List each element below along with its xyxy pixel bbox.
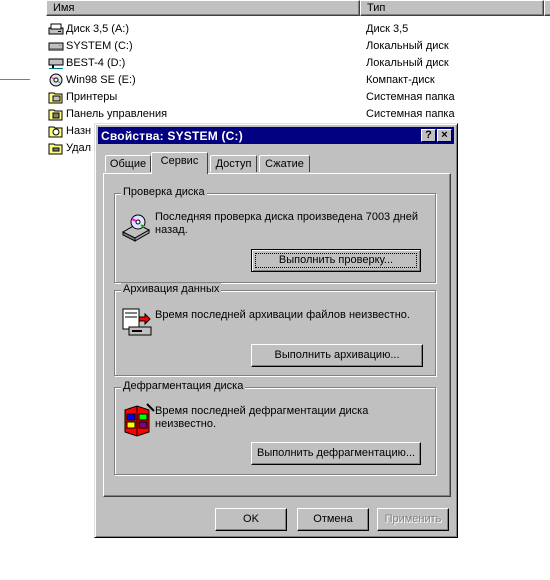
- cancel-button[interactable]: Отмена: [297, 508, 369, 531]
- list-item-type: Компакт-диск: [366, 74, 435, 86]
- list-item-name: Принтеры: [66, 91, 118, 103]
- service-tab-panel: Проверка диска Последняя проверка диска …: [103, 173, 451, 497]
- list-item[interactable]: Панель управления Системная папка: [48, 106, 548, 122]
- apply-button[interactable]: Применить: [377, 508, 449, 531]
- title-bar[interactable]: Свойства: SYSTEM (C:) ? ×: [98, 127, 454, 144]
- disk-check-group: Проверка диска Последняя проверка диска …: [114, 186, 436, 283]
- list-item-name: Win98 SE (E:): [66, 74, 136, 86]
- dialog-title: Свойства: SYSTEM (C:): [101, 129, 243, 143]
- tree-line: [0, 79, 30, 80]
- column-header-filler: [544, 0, 550, 16]
- backup-icon: [121, 305, 153, 340]
- network-drive-icon: [48, 56, 64, 70]
- disk-check-status: Последняя проверка диска произведена 700…: [155, 211, 418, 236]
- apply-label: Применить: [384, 513, 442, 525]
- tab-general[interactable]: Общие: [105, 155, 151, 172]
- backup-group: Архивация данных Время последней архивац…: [114, 283, 436, 376]
- disk-check-legend: Проверка диска: [121, 186, 207, 198]
- cd-drive-icon: [48, 73, 64, 87]
- ok-label: OK: [243, 513, 259, 525]
- list-item[interactable]: Принтеры Системная папка: [48, 89, 548, 105]
- scandisk-icon: [121, 212, 151, 245]
- list-item-type: Диск 3,5: [366, 23, 409, 35]
- list-item[interactable]: Win98 SE (E:) Компакт-диск: [48, 72, 548, 88]
- close-icon: ×: [441, 129, 448, 141]
- column-header-type[interactable]: Тип: [360, 0, 544, 16]
- column-header-name[interactable]: Имя: [46, 0, 360, 16]
- list-item[interactable]: SYSTEM (C:) Локальный диск: [48, 38, 548, 54]
- defrag-group: Дефрагментация диска Время последней деф…: [114, 380, 436, 475]
- defrag-icon: [121, 402, 155, 441]
- list-item-name: SYSTEM (C:): [66, 40, 133, 52]
- printers-folder-icon: [48, 90, 64, 104]
- control-panel-folder-icon: [48, 107, 64, 121]
- properties-dialog: Свойства: SYSTEM (C:) ? × Общие Сервис Д…: [94, 123, 458, 538]
- defrag-status: Время последней дефрагментации диска неи…: [155, 405, 369, 430]
- run-backup-button[interactable]: Выполнить архивацию...: [251, 344, 423, 367]
- close-button[interactable]: ×: [437, 129, 452, 142]
- list-item[interactable]: BEST-4 (D:) Локальный диск: [48, 55, 548, 71]
- list-item-name: Удал: [66, 142, 92, 154]
- list-item-name: Диск 3,5 (A:): [66, 23, 130, 35]
- list-item-name: BEST-4 (D:): [66, 57, 126, 69]
- list-item-type: Системная папка: [366, 108, 455, 120]
- list-item-type: Системная папка: [366, 91, 455, 103]
- list-item-type: Локальный диск: [366, 57, 449, 69]
- run-defrag-button[interactable]: Выполнить дефрагментацию...: [251, 442, 421, 465]
- help-button[interactable]: ?: [421, 129, 436, 142]
- cancel-label: Отмена: [313, 513, 353, 525]
- run-backup-label: Выполнить архивацию...: [274, 349, 400, 361]
- backup-status: Время последней архивации файлов неизвес…: [155, 309, 410, 321]
- backup-legend: Архивация данных: [121, 283, 222, 295]
- floppy-drive-icon: [48, 22, 64, 36]
- ok-button[interactable]: OK: [215, 508, 287, 531]
- tab-service[interactable]: Сервис: [151, 152, 208, 174]
- help-icon: ?: [425, 129, 432, 141]
- run-defrag-label: Выполнить дефрагментацию...: [256, 447, 416, 459]
- tab-strip: Общие Сервис Доступ Сжатие: [103, 152, 453, 174]
- hard-drive-icon: [48, 39, 64, 53]
- tab-access[interactable]: Доступ: [210, 155, 257, 172]
- run-check-button[interactable]: Выполнить проверку...: [251, 249, 421, 272]
- list-item[interactable]: Диск 3,5 (A:) Диск 3,5: [48, 21, 548, 37]
- list-item-type: Локальный диск: [366, 40, 449, 52]
- list-item-name: Назн: [66, 125, 92, 137]
- scheduled-tasks-folder-icon: [48, 124, 64, 138]
- list-header: Имя Тип: [46, 0, 550, 16]
- dialup-folder-icon: [48, 141, 64, 155]
- list-item-name: Панель управления: [66, 108, 168, 120]
- defrag-legend: Дефрагментация диска: [121, 380, 246, 392]
- tab-compression[interactable]: Сжатие: [259, 155, 310, 172]
- focus-ring: [255, 253, 417, 268]
